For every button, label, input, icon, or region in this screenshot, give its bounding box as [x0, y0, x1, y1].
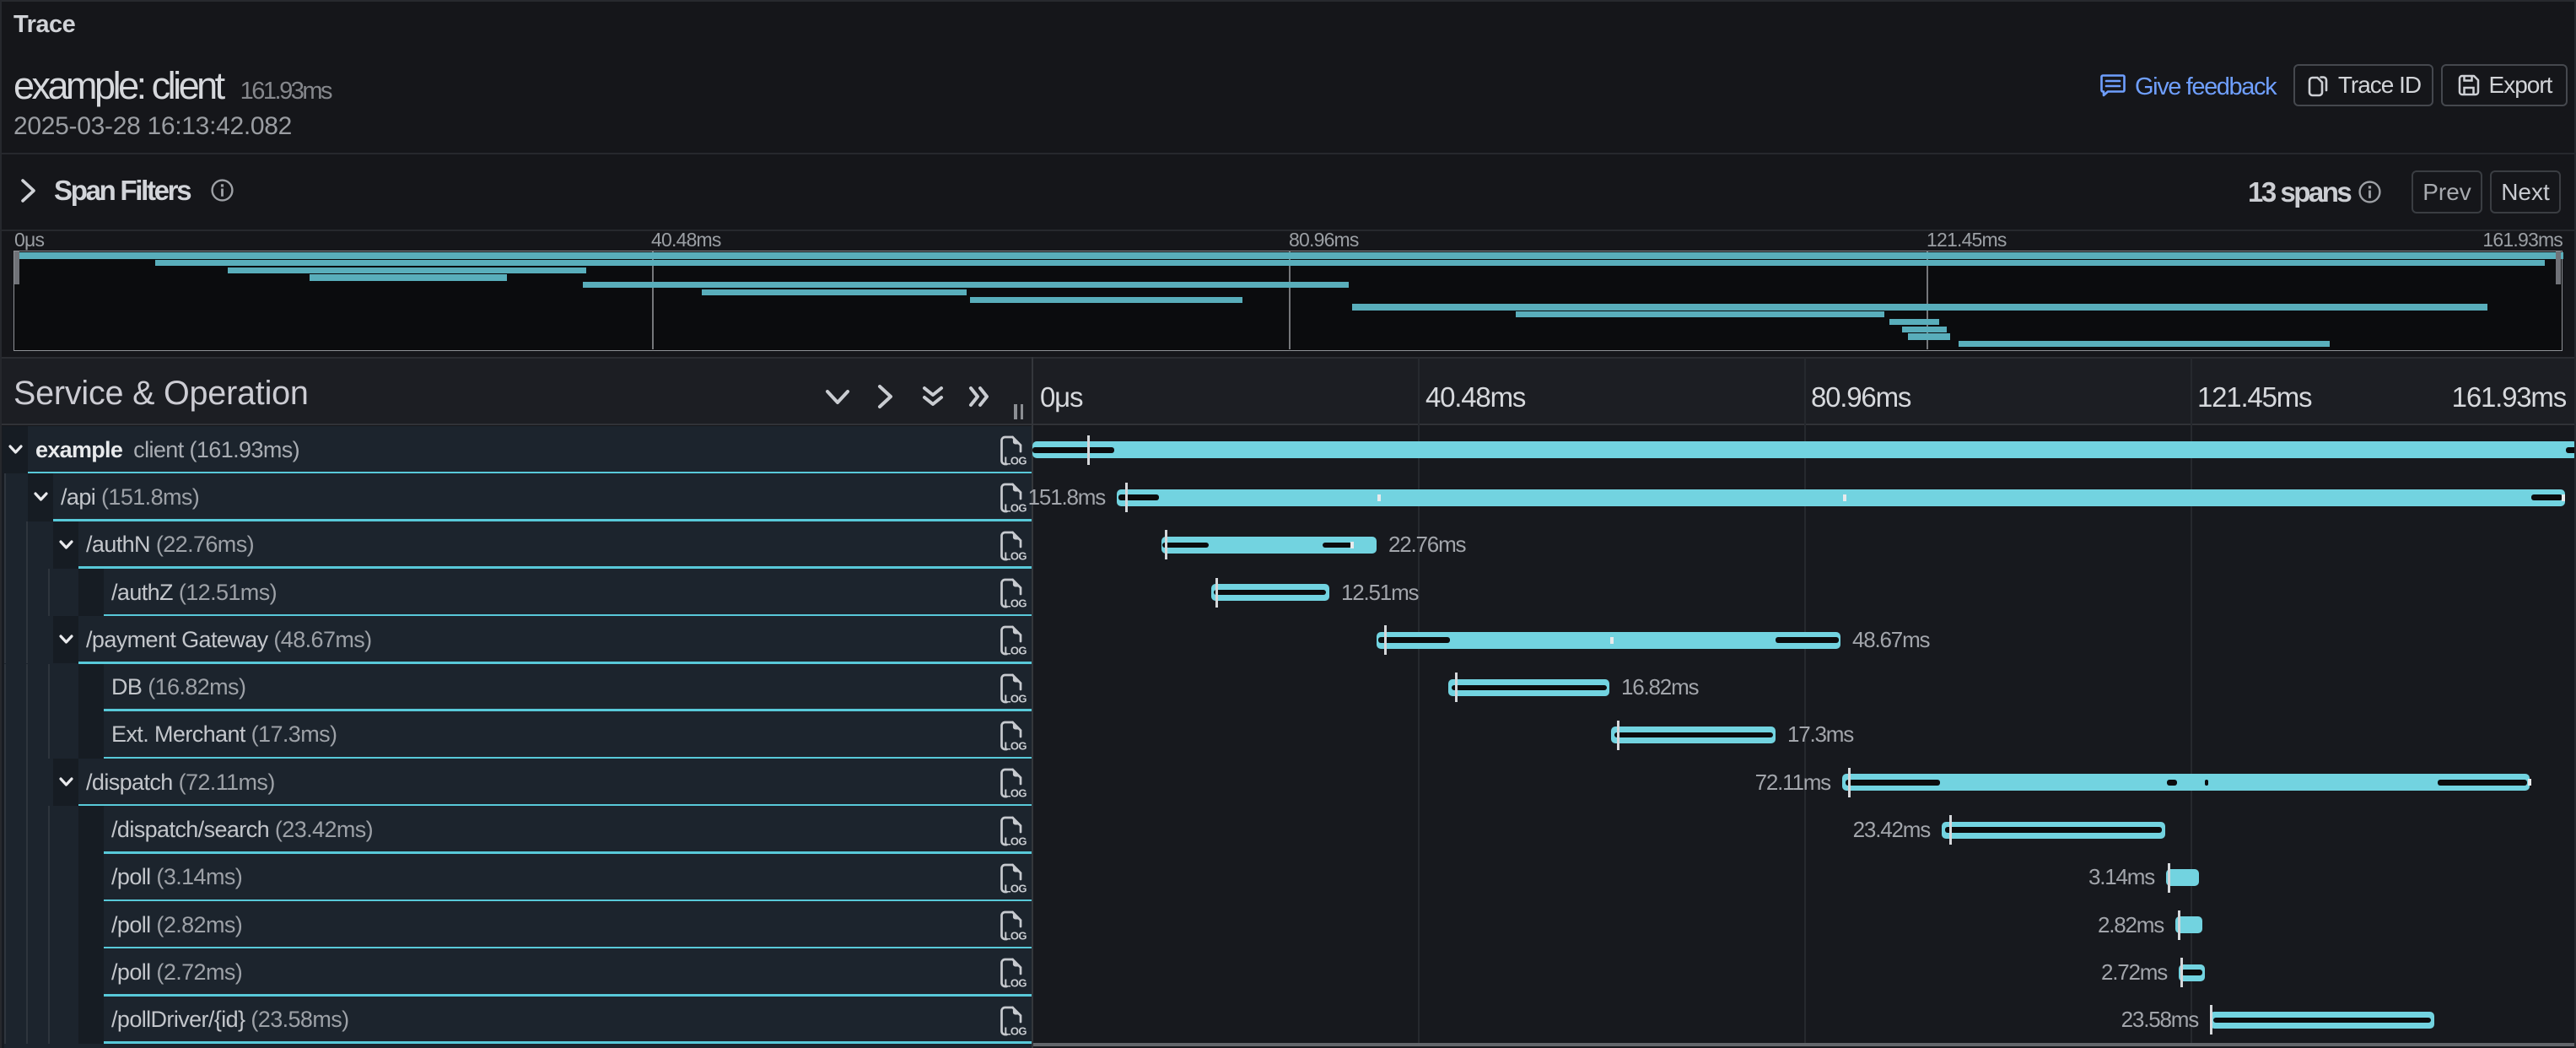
svg-text:LOG: LOG: [1005, 645, 1027, 657]
svg-text:LOG: LOG: [1005, 739, 1027, 752]
svg-text:LOG: LOG: [1005, 549, 1027, 562]
svg-text:LOG: LOG: [1005, 692, 1027, 705]
svg-text:LOG: LOG: [1005, 930, 1027, 943]
svg-text:LOG: LOG: [1005, 597, 1027, 610]
svg-text:LOG: LOG: [1005, 882, 1027, 894]
svg-text:LOG: LOG: [1005, 977, 1027, 990]
svg-text:LOG: LOG: [1005, 835, 1027, 847]
svg-text:LOG: LOG: [1005, 787, 1027, 800]
svg-text:LOG: LOG: [1005, 455, 1027, 467]
svg-text:LOG: LOG: [1005, 1024, 1027, 1037]
